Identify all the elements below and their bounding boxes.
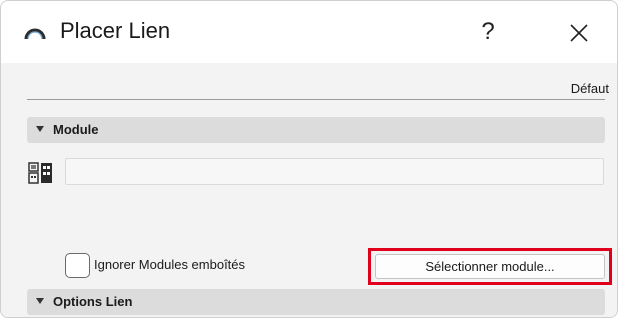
- section-title-module: Module: [53, 122, 99, 137]
- module-building-icon: [28, 162, 52, 184]
- close-button[interactable]: [561, 15, 597, 51]
- section-title-options-lien: Options Lien: [53, 294, 133, 309]
- archicad-arc-icon: [24, 28, 46, 40]
- section-header-module[interactable]: Module: [27, 117, 605, 143]
- triangle-down-icon: [36, 298, 44, 304]
- module-name-field[interactable]: [65, 158, 604, 185]
- triangle-down-icon: [36, 126, 44, 132]
- divider: [27, 99, 605, 100]
- select-module-button[interactable]: Sélectionner module...: [375, 254, 605, 279]
- ignore-nested-modules-label: Ignorer Modules emboîtés: [94, 257, 246, 272]
- placer-lien-dialog: Placer Lien ? Défaut Module Ignorer Modu…: [0, 0, 618, 318]
- section-header-options-lien[interactable]: Options Lien: [27, 289, 605, 315]
- dialog-title: Placer Lien: [60, 18, 171, 43]
- default-label: Défaut: [570, 81, 609, 96]
- dialog-content: Défaut Module Ignorer Modules emboîtés S…: [1, 63, 617, 317]
- close-icon: [570, 24, 588, 42]
- ignore-nested-modules-checkbox[interactable]: [65, 253, 90, 278]
- title-bar[interactable]: Placer Lien ?: [1, 1, 617, 63]
- help-button[interactable]: ?: [471, 15, 505, 49]
